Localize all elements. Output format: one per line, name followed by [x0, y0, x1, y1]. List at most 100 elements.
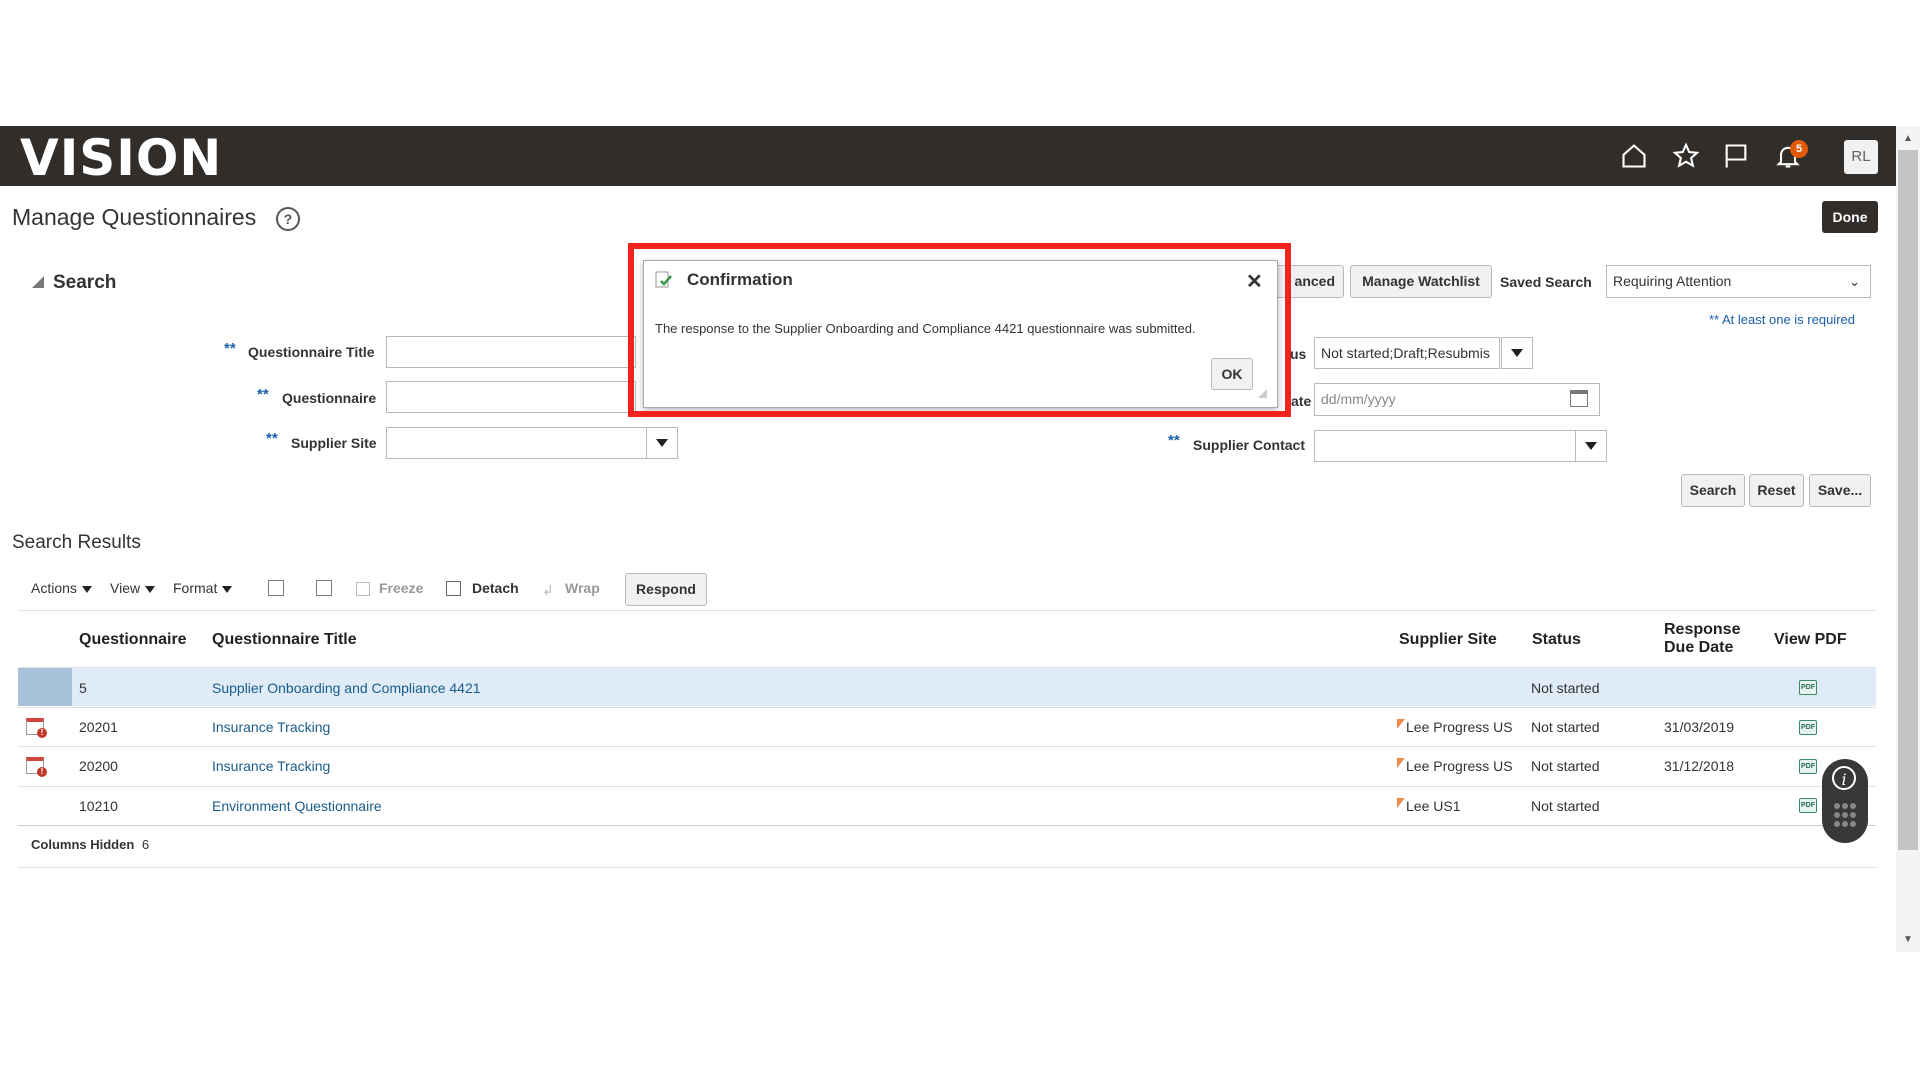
pdf-icon[interactable]: PDF — [1799, 759, 1817, 774]
save-search-button[interactable]: Save... — [1809, 474, 1871, 507]
grid-dot — [1842, 812, 1848, 818]
chevron-down-icon — [145, 585, 156, 593]
status-value: Not started;Draft;Resubmis — [1321, 345, 1490, 361]
col-view-pdf[interactable]: View PDF — [1774, 631, 1847, 649]
questionnaire-title-input[interactable] — [386, 336, 636, 368]
supplier-contact-input[interactable] — [1314, 430, 1576, 462]
user-avatar[interactable]: RL — [1844, 140, 1878, 174]
pdf-icon[interactable]: PDF — [1799, 680, 1817, 695]
scroll-up-icon[interactable]: ▲ — [1902, 134, 1914, 144]
status-select[interactable]: Not started;Draft;Resubmis — [1314, 337, 1500, 369]
due-date-placeholder: dd/mm/yyyy — [1321, 391, 1396, 407]
detach-icon[interactable] — [446, 581, 461, 596]
chevron-down-icon: ⌄ — [1849, 274, 1860, 289]
supplier-site-dropdown-button[interactable] — [646, 427, 678, 459]
search-heading: Search — [53, 272, 117, 293]
view-menu-label: View — [110, 580, 141, 596]
freeze-icon — [356, 582, 370, 596]
highlight-box — [628, 243, 1291, 417]
wrap-icon: ↲ — [542, 582, 554, 598]
row-title-link[interactable]: Insurance Tracking — [212, 758, 330, 774]
row-supplier-site: Lee Progress US — [1397, 719, 1513, 735]
row-selector[interactable] — [18, 668, 72, 706]
table-bottom-border — [18, 825, 1876, 826]
row-status: Not started — [1531, 680, 1600, 696]
freeze-button: Freeze — [379, 580, 424, 596]
star-icon[interactable] — [1670, 140, 1702, 172]
reset-button[interactable]: Reset — [1749, 474, 1804, 507]
grid-dot — [1834, 812, 1840, 818]
row-title-link[interactable]: Insurance Tracking — [212, 719, 330, 735]
supplier-site-input[interactable] — [386, 427, 647, 459]
row-supplier-site-text: Lee US1 — [1406, 798, 1461, 814]
grid-dot — [1850, 803, 1856, 809]
required-marker: ** — [257, 386, 269, 403]
row-title-link[interactable]: Environment Questionnaire — [212, 798, 382, 814]
questionnaire-title-label: Questionnaire Title — [248, 344, 375, 360]
columns-hidden-status: Columns Hidden 6 — [31, 837, 149, 852]
flag-icon — [1397, 758, 1405, 768]
notification-badge: 5 — [1790, 140, 1808, 158]
col-questionnaire-title[interactable]: Questionnaire Title — [212, 631, 357, 649]
help-icon[interactable]: ? — [276, 207, 300, 231]
row-divider — [18, 746, 1876, 747]
supplier-site-label: Supplier Site — [291, 435, 377, 451]
grid-dot — [1834, 821, 1840, 827]
vision-logo[interactable]: VISION — [20, 132, 222, 184]
row-due-date: 31/03/2019 — [1664, 719, 1735, 735]
view-menu[interactable]: View — [110, 580, 156, 596]
overdue-calendar-icon — [26, 757, 47, 777]
collapse-search-icon[interactable] — [32, 276, 44, 288]
info-icon[interactable]: i — [1832, 766, 1856, 790]
export-icon[interactable] — [316, 580, 332, 596]
search-button[interactable]: Search — [1681, 474, 1745, 507]
col-status[interactable]: Status — [1532, 631, 1581, 649]
actions-menu-label: Actions — [31, 580, 77, 596]
row-supplier-site-text: Lee Progress US — [1406, 758, 1513, 774]
supplier-contact-dropdown-button[interactable] — [1575, 430, 1607, 462]
scrollbar-thumb[interactable] — [1898, 150, 1918, 850]
questionnaire-input[interactable] — [386, 381, 636, 413]
supplier-contact-label: Supplier Contact — [1193, 437, 1306, 453]
wrap-button: Wrap — [565, 580, 600, 596]
pdf-icon[interactable]: PDF — [1799, 798, 1817, 813]
format-menu[interactable]: Format — [173, 580, 233, 596]
col-supplier-site[interactable]: Supplier Site — [1399, 631, 1497, 649]
due-date-input[interactable]: dd/mm/yyyy — [1314, 383, 1600, 416]
global-header — [0, 126, 1896, 186]
row-supplier-site: Lee US1 — [1397, 798, 1460, 814]
flag-icon[interactable] — [1720, 140, 1752, 172]
respond-button[interactable]: Respond — [625, 573, 707, 606]
col-due-line1: Response — [1664, 621, 1741, 638]
grid-dot — [1850, 812, 1856, 818]
grid-dot — [1842, 821, 1848, 827]
footer-divider — [18, 867, 1876, 868]
manage-watchlist-button[interactable]: Manage Watchlist — [1350, 265, 1492, 298]
row-divider — [18, 707, 1876, 708]
pdf-icon[interactable]: PDF — [1799, 720, 1817, 735]
page-title: Manage Questionnaires — [12, 204, 257, 230]
scroll-down-icon[interactable]: ▼ — [1902, 935, 1914, 945]
saved-search-select[interactable]: Requiring Attention ⌄ — [1606, 265, 1871, 298]
format-menu-label: Format — [173, 580, 218, 596]
home-icon[interactable] — [1618, 140, 1650, 172]
saved-search-label: Saved Search — [1500, 274, 1592, 290]
calendar-icon[interactable] — [1570, 390, 1588, 407]
row-questionnaire-id: 5 — [79, 680, 87, 696]
row-title-link[interactable]: Supplier Onboarding and Compliance 4421 — [212, 680, 481, 696]
overdue-calendar-icon — [26, 718, 47, 738]
status-dropdown-button[interactable] — [1501, 337, 1533, 369]
flag-icon — [1397, 798, 1405, 808]
actions-menu[interactable]: Actions — [31, 580, 92, 596]
col-response-due-date[interactable]: Response Due Date — [1664, 621, 1740, 657]
chevron-down-icon — [222, 585, 233, 593]
grid-dot — [1850, 821, 1856, 827]
detach-button[interactable]: Detach — [472, 580, 519, 596]
row-status: Not started — [1531, 798, 1600, 814]
column-icon[interactable] — [268, 580, 284, 596]
row-questionnaire-id: 20201 — [79, 719, 118, 735]
done-button[interactable]: Done — [1822, 201, 1878, 233]
col-questionnaire[interactable]: Questionnaire — [79, 631, 187, 649]
due-date-label: ate — [1291, 393, 1312, 409]
row-divider — [18, 786, 1876, 787]
